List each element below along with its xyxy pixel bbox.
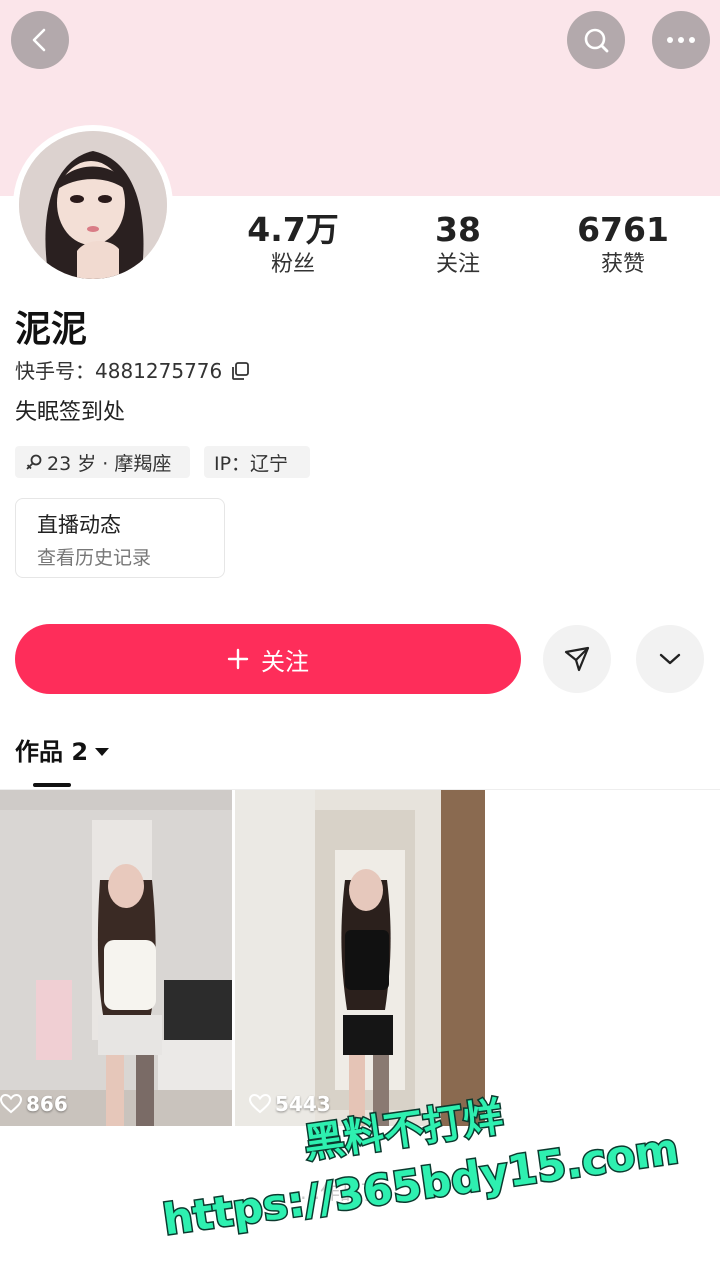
kuaishou-id: 快手号：4881275776: [15, 359, 223, 383]
avatar-frame: [13, 125, 173, 285]
tab-active-indicator: [33, 783, 71, 787]
live-card-subtitle: 查看历史记录: [37, 547, 152, 569]
heart-icon: [249, 1094, 271, 1114]
chevron-left-icon: [32, 28, 46, 52]
avatar[interactable]: [19, 131, 167, 279]
age-zodiac-text: 23 岁 · 摩羯座: [47, 452, 172, 475]
share-message-button[interactable]: [543, 625, 611, 693]
chevron-down-icon: [659, 653, 681, 665]
female-icon: [26, 454, 42, 470]
copy-icon[interactable]: [230, 361, 250, 381]
search-icon: [584, 28, 609, 53]
back-button[interactable]: [11, 11, 69, 69]
like-count-value: 866: [26, 1092, 68, 1116]
following-label: 关注: [435, 252, 480, 277]
tab-works[interactable]: 作品 2: [15, 734, 110, 770]
following-count: 38: [435, 210, 481, 249]
live-card-title: 直播动态: [37, 513, 121, 537]
heart-icon: [0, 1094, 22, 1114]
video-thumbnail[interactable]: 866: [0, 790, 232, 1126]
profile-bio: 失眠签到处: [15, 400, 126, 425]
likes-count: 6761: [577, 210, 669, 249]
ip-location-tag: IP：辽宁: [204, 446, 310, 478]
followers-stat[interactable]: 4.7万 粉丝: [213, 210, 373, 280]
video-thumbnail[interactable]: 5443: [235, 790, 485, 1126]
likes-stat[interactable]: 6761 获赞: [543, 210, 703, 280]
following-stat[interactable]: 38 关注: [378, 210, 538, 280]
follow-button-label: 关注: [261, 647, 309, 676]
followers-label: 粉丝: [270, 252, 315, 277]
kuaishou-id-row: 快手号：4881275776: [15, 356, 250, 386]
live-history-card[interactable]: 直播动态 查看历史记录: [15, 498, 225, 578]
more-button[interactable]: [652, 11, 710, 69]
like-count: 866: [0, 1092, 68, 1116]
video-thumbnail-image: [235, 790, 485, 1126]
follow-button[interactable]: 关注: [15, 624, 521, 694]
search-button[interactable]: [567, 11, 625, 69]
expand-recommend-button[interactable]: [636, 625, 704, 693]
ip-location-text: IP：辽宁: [214, 452, 289, 475]
caret-down-icon: [95, 748, 110, 756]
tab-works-label: 作品 2: [15, 738, 89, 766]
profile-name: 泥泥: [15, 309, 88, 350]
video-thumbnail-image: [0, 790, 232, 1126]
plus-icon: [227, 648, 249, 670]
age-zodiac-tag: 23 岁 · 摩羯座: [15, 446, 190, 478]
followers-count: 4.7万: [247, 210, 339, 249]
more-horizontal-icon: [667, 37, 695, 43]
likes-label: 获赞: [600, 252, 645, 277]
send-icon: [564, 646, 590, 672]
